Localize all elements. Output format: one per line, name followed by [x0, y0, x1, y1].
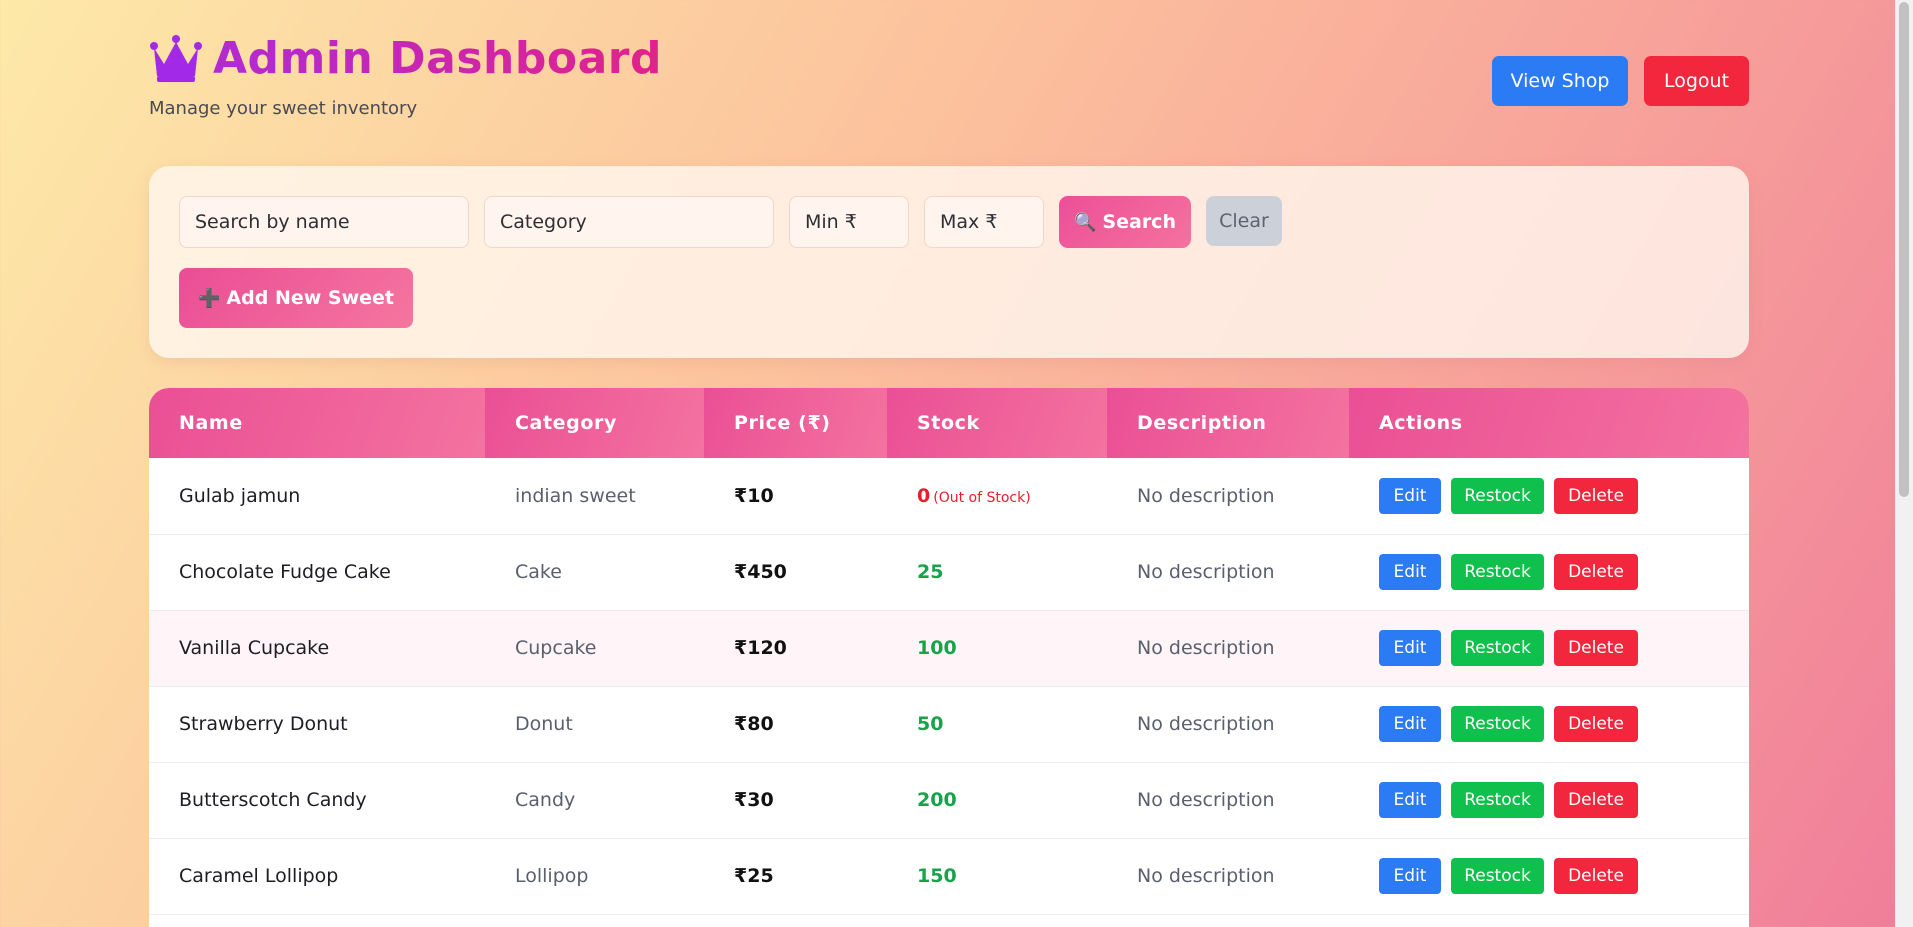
delete-button[interactable]: Delete — [1554, 477, 1638, 514]
table-header: Name Category Price (₹) Stock Descriptio… — [149, 388, 1749, 458]
cell-actions: Edit Restock Delete — [1349, 762, 1749, 839]
cell-name: Chocolate Fudge Cake — [149, 534, 485, 611]
delete-button[interactable]: Delete — [1554, 706, 1638, 742]
search-icon: 🔍 — [1074, 211, 1097, 233]
column-header-name: Name — [149, 388, 485, 458]
cell-name: Caramel Lollipop — [149, 838, 485, 915]
page-scrollbar[interactable] — [1895, 0, 1913, 927]
logout-button[interactable]: Logout — [1644, 56, 1749, 106]
category-input[interactable]: Category — [484, 196, 774, 248]
table-row: Chocolate Fudge Cake Cake ₹450 25 No des… — [149, 534, 1749, 611]
table-row: Butterscotch Candy Candy ₹30 200 No desc… — [149, 762, 1749, 839]
delete-button[interactable]: Delete — [1554, 630, 1638, 666]
restock-button[interactable]: Restock — [1451, 554, 1544, 590]
cell-name: Strawberry Donut — [149, 686, 485, 763]
plus-icon: ➕ — [198, 287, 221, 309]
page-subtitle: Manage your sweet inventory — [149, 98, 418, 119]
cell-name: Butterscotch Candy — [149, 762, 485, 839]
crown-icon — [150, 35, 202, 82]
cell-actions: Edit Restock Delete — [1349, 458, 1749, 535]
min-price-input[interactable]: Min ₹ — [789, 196, 909, 248]
cell-category: Donut — [485, 686, 704, 763]
cell-description: No description — [1107, 534, 1349, 611]
column-header-description: Description — [1107, 388, 1349, 458]
cell-price: ₹120 — [704, 610, 887, 687]
edit-button[interactable]: Edit — [1379, 782, 1441, 818]
column-header-stock: Stock — [887, 388, 1107, 458]
table-row: Strawberry Donut Donut ₹80 50 No descrip… — [149, 686, 1749, 763]
cell-stock: 150 — [887, 838, 1107, 915]
delete-button[interactable]: Delete — [1554, 554, 1638, 590]
cell-name: Gulab jamun — [149, 458, 485, 535]
restock-button[interactable]: Restock — [1451, 858, 1544, 894]
stock-value: 0 — [917, 484, 931, 507]
page-header: Admin Dashboard Manage your sweet invent… — [149, 0, 1749, 166]
restock-button[interactable]: Restock — [1451, 630, 1544, 666]
add-new-sweet-button[interactable]: ➕ Add New Sweet — [179, 268, 413, 328]
table-row: Gulab jamun indian sweet ₹10 0 (Out of St… — [149, 458, 1749, 535]
search-button[interactable]: 🔍 Search — [1059, 196, 1191, 248]
out-of-stock-note: (Out of Stock) — [933, 489, 1031, 506]
filter-panel: Search by name Category Min ₹ Max ₹ 🔍 Se… — [149, 166, 1749, 358]
edit-button[interactable]: Edit — [1379, 630, 1441, 666]
view-shop-button[interactable]: View Shop — [1492, 56, 1628, 106]
clear-button[interactable]: Clear — [1206, 196, 1282, 246]
max-price-input[interactable]: Max ₹ — [924, 196, 1044, 248]
column-header-actions: Actions — [1349, 388, 1749, 458]
cell-description: No description — [1107, 838, 1349, 915]
scrollbar-thumb[interactable] — [1899, 2, 1909, 497]
table-body: Gulab jamun indian sweet ₹10 0 (Out of St… — [149, 458, 1749, 915]
search-button-label: Search — [1102, 211, 1176, 233]
cell-category: indian sweet — [485, 458, 704, 535]
restock-button[interactable]: Restock — [1451, 706, 1544, 742]
page-title: Admin Dashboard — [213, 32, 662, 84]
edit-button[interactable]: Edit — [1379, 554, 1441, 590]
title-block: Admin Dashboard — [149, 32, 662, 84]
restock-button[interactable]: Restock — [1451, 782, 1544, 818]
table-row: Vanilla Cupcake Cupcake ₹120 100 No desc… — [149, 610, 1749, 687]
cell-stock: 0 (Out of Stock) — [887, 458, 1107, 535]
cell-stock: 25 — [887, 534, 1107, 611]
cell-name: Vanilla Cupcake — [149, 610, 485, 687]
cell-price: ₹450 — [704, 534, 887, 611]
restock-button[interactable]: Restock — [1451, 477, 1544, 514]
add-button-label: Add New Sweet — [226, 287, 394, 309]
edit-button[interactable]: Edit — [1379, 706, 1441, 742]
column-header-category: Category — [485, 388, 704, 458]
cell-stock: 100 — [887, 610, 1107, 687]
cell-description: No description — [1107, 610, 1349, 687]
cell-stock: 50 — [887, 686, 1107, 763]
column-header-price: Price (₹) — [704, 388, 887, 458]
inventory-table: Name Category Price (₹) Stock Descriptio… — [149, 388, 1749, 915]
cell-stock: 200 — [887, 762, 1107, 839]
cell-price: ₹80 — [704, 686, 887, 763]
cell-actions: Edit Restock Delete — [1349, 610, 1749, 687]
search-name-input[interactable]: Search by name — [179, 196, 469, 248]
cell-actions: Edit Restock Delete — [1349, 686, 1749, 763]
cell-price: ₹30 — [704, 762, 887, 839]
cell-category: Candy — [485, 762, 704, 839]
cell-actions: Edit Restock Delete — [1349, 838, 1749, 915]
cell-category: Lollipop — [485, 838, 704, 915]
inventory-table-card: Name Category Price (₹) Stock Descriptio… — [149, 388, 1749, 927]
cell-category: Cake — [485, 534, 704, 611]
page-container: Admin Dashboard Manage your sweet invent… — [149, 0, 1749, 927]
edit-button[interactable]: Edit — [1379, 858, 1441, 894]
header-actions: View Shop Logout — [1492, 56, 1749, 106]
cell-actions: Edit Restock Delete — [1349, 534, 1749, 611]
cell-price: ₹10 — [704, 458, 887, 535]
cell-price: ₹25 — [704, 838, 887, 915]
cell-category: Cupcake — [485, 610, 704, 687]
table-row: Caramel Lollipop Lollipop ₹25 150 No des… — [149, 838, 1749, 915]
edit-button[interactable]: Edit — [1379, 477, 1441, 514]
delete-button[interactable]: Delete — [1554, 782, 1638, 818]
cell-description: No description — [1107, 686, 1349, 763]
delete-button[interactable]: Delete — [1554, 858, 1638, 894]
cell-description: No description — [1107, 458, 1349, 535]
cell-description: No description — [1107, 762, 1349, 839]
